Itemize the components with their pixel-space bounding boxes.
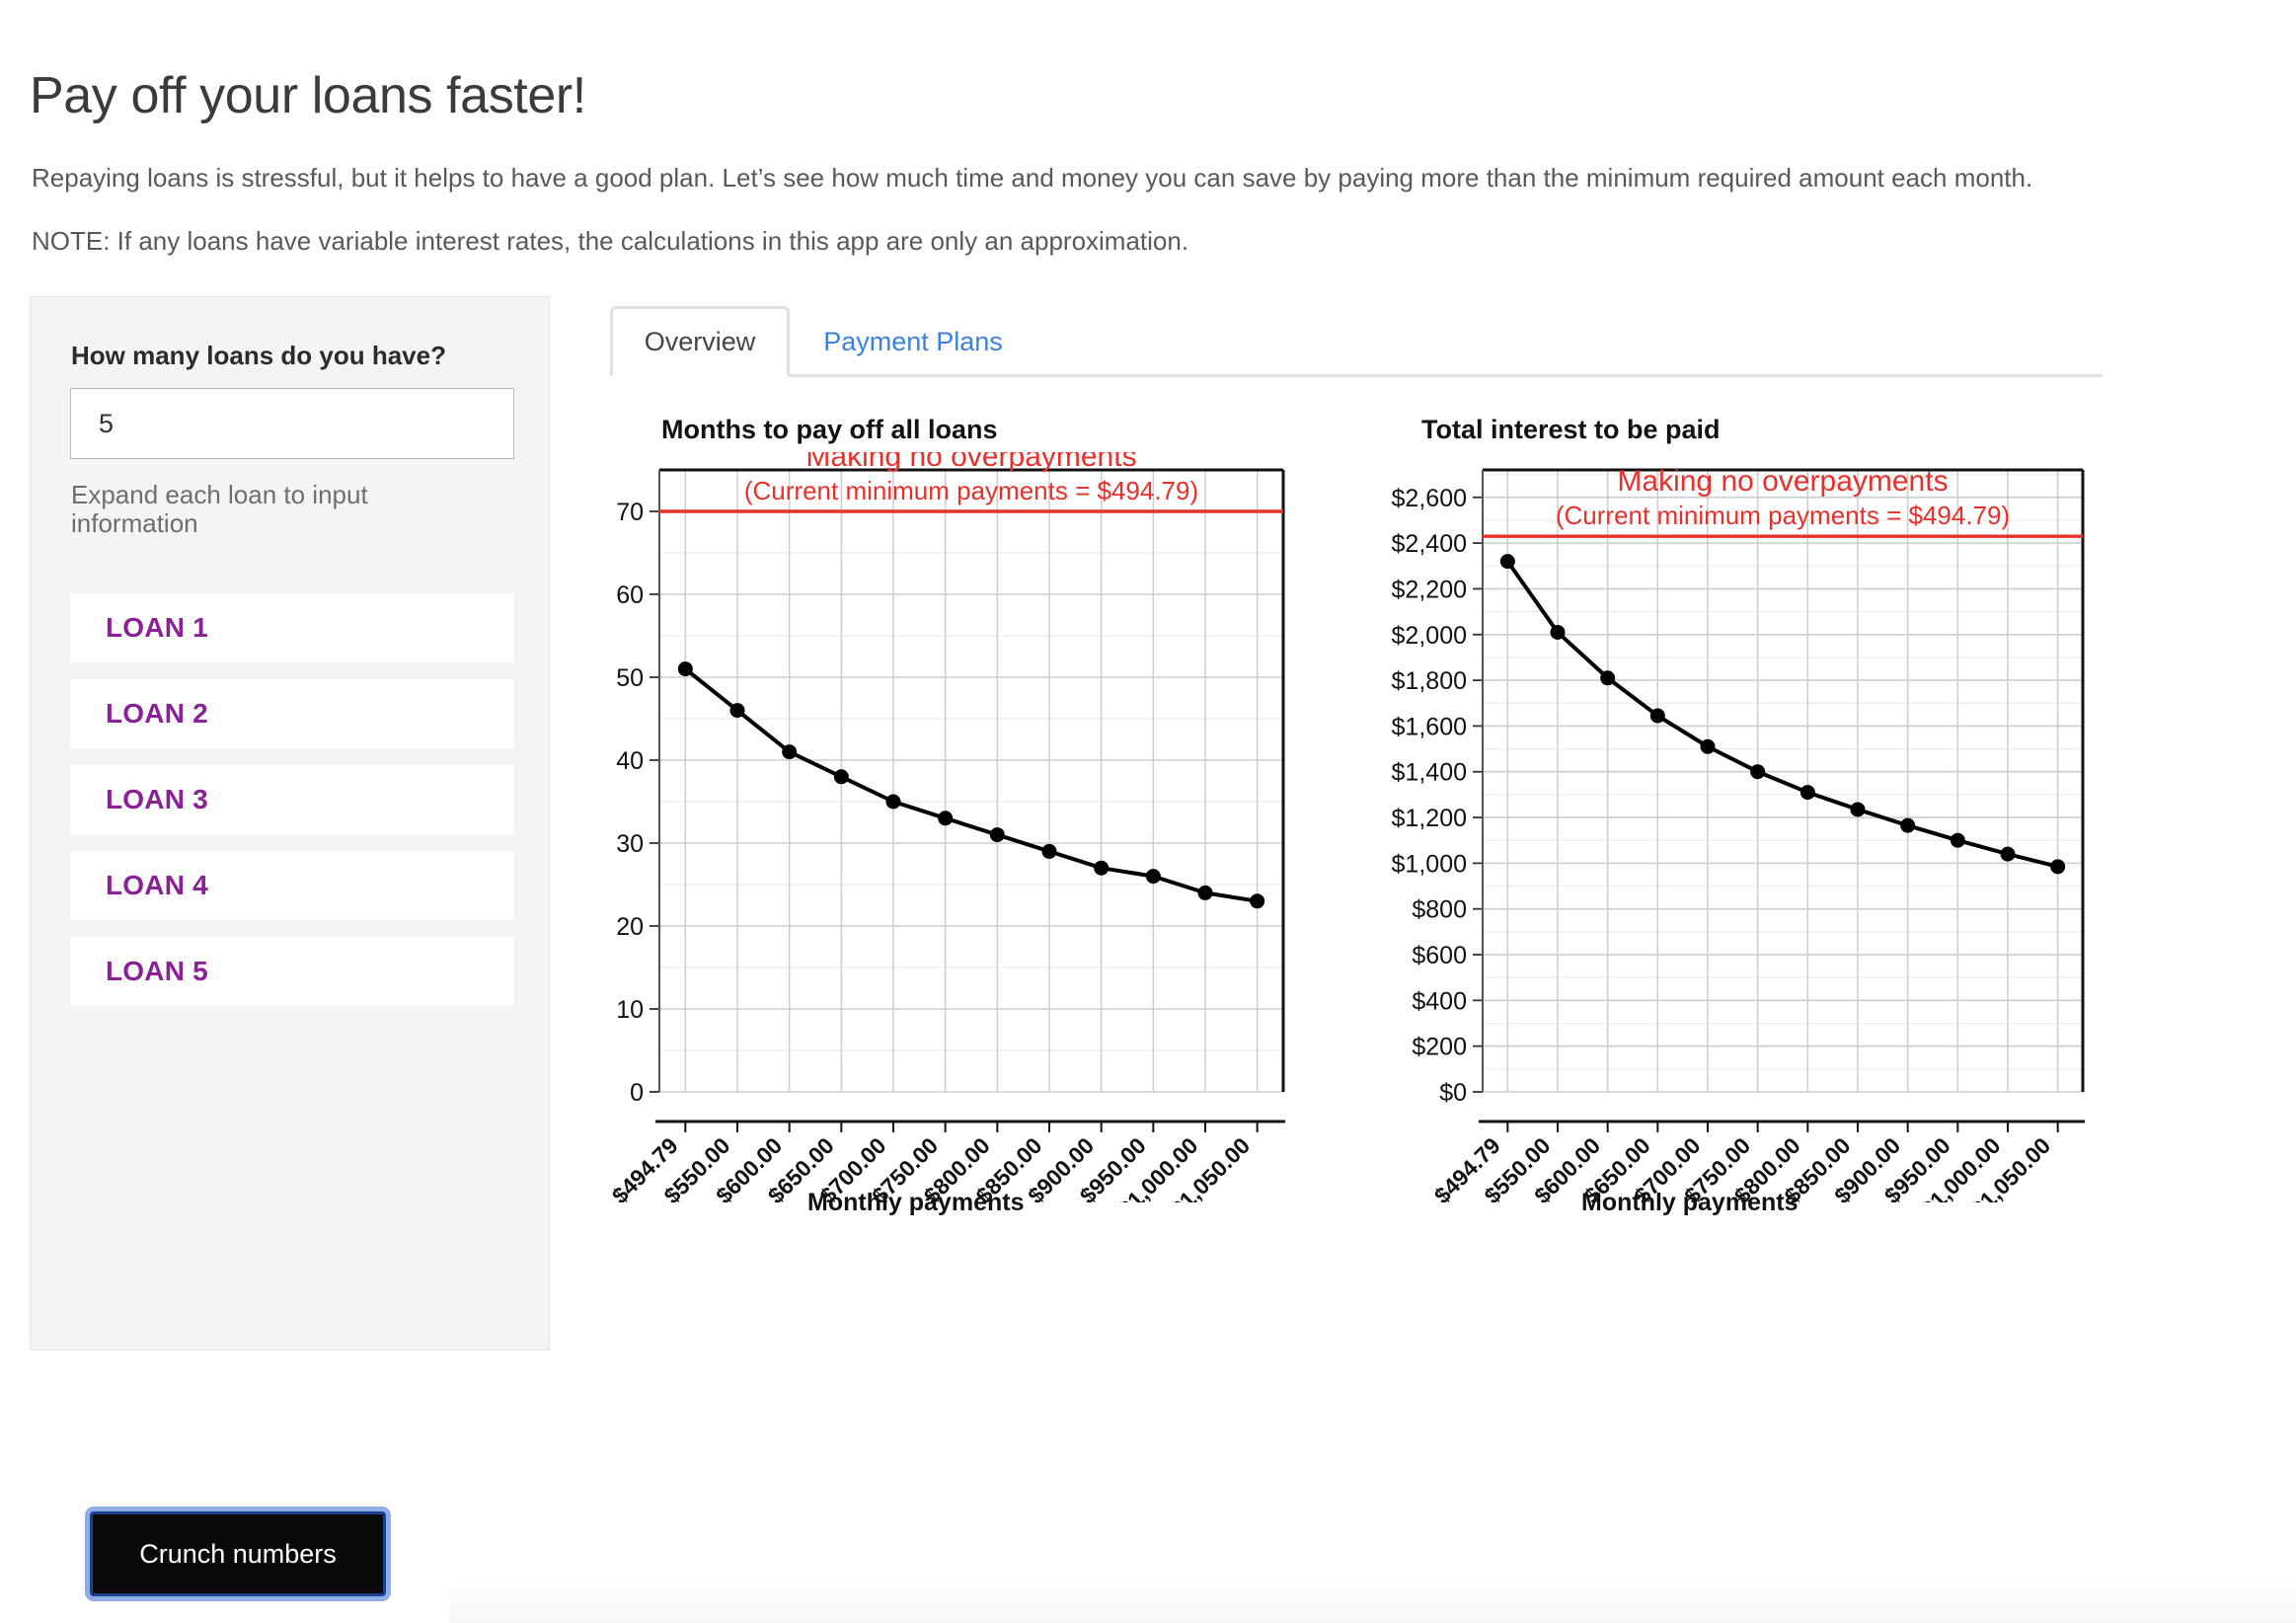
svg-text:30: 30: [616, 830, 644, 858]
chart-title: Months to pay off all loans: [661, 415, 998, 444]
svg-text:$1,600: $1,600: [1392, 713, 1467, 740]
chart-title: Total interest to be paid: [1421, 415, 1721, 444]
loan-input-sidebar: How many loans do you have? Expand each …: [30, 296, 550, 1596]
svg-text:$600: $600: [1412, 942, 1467, 969]
svg-text:$0: $0: [1439, 1079, 1467, 1107]
loan-panel-label: LOAN 3: [106, 784, 208, 814]
loan-panel-label: LOAN 2: [106, 698, 208, 729]
loan-panel-4[interactable]: LOAN 4: [70, 851, 514, 920]
expand-loan-hint: Expand each loan to input information: [71, 480, 368, 539]
app-root: Pay off your loans faster! Repaying loan…: [0, 0, 2296, 1623]
bottom-band: [449, 1578, 2296, 1623]
x-axis-title: Monthly payments: [807, 1189, 1025, 1216]
tab-bar: Overview Payment Plans: [610, 306, 2103, 377]
svg-text:60: 60: [616, 581, 644, 609]
svg-text:$400: $400: [1412, 987, 1467, 1015]
svg-text:$2,200: $2,200: [1392, 576, 1467, 603]
tab-overview[interactable]: Overview: [610, 306, 790, 377]
svg-text:40: 40: [616, 747, 644, 775]
svg-text:$1,400: $1,400: [1392, 759, 1467, 787]
loan-panel-label: LOAN 4: [106, 870, 208, 900]
svg-text:Making no overpayments: Making no overpayments: [805, 452, 1136, 473]
x-axis-title: Monthly payments: [1581, 1189, 1799, 1216]
crunch-numbers-wrapper: Crunch numbers: [90, 1511, 386, 1596]
svg-text:(Current minimum payments = $4: (Current minimum payments = $494.79): [744, 476, 1198, 505]
loan-panel-2[interactable]: LOAN 2: [70, 679, 514, 748]
intro-paragraph: Repaying loans is stressful, but it help…: [32, 163, 2033, 193]
svg-text:$1,200: $1,200: [1392, 805, 1467, 832]
page-title: Pay off your loans faster!: [30, 66, 586, 124]
svg-text:$2,600: $2,600: [1392, 485, 1467, 512]
svg-text:$2,000: $2,000: [1392, 622, 1467, 650]
svg-text:20: 20: [616, 913, 644, 941]
loan-count-label: How many loans do you have?: [71, 341, 446, 370]
svg-text:$800: $800: [1412, 896, 1467, 924]
loan-panel-3[interactable]: LOAN 3: [70, 765, 514, 834]
svg-text:$200: $200: [1412, 1034, 1467, 1061]
tab-payment-plans[interactable]: Payment Plans: [790, 306, 1036, 377]
svg-text:0: 0: [630, 1079, 644, 1107]
crunch-numbers-button[interactable]: Crunch numbers: [90, 1511, 386, 1596]
loan-count-input[interactable]: [70, 388, 514, 459]
loan-panel-label: LOAN 5: [106, 956, 208, 986]
loan-panel-list: LOAN 1 LOAN 2 LOAN 3 LOAN 4 LOAN 5: [70, 593, 514, 1023]
svg-text:Making no overpayments: Making no overpayments: [1617, 465, 1948, 498]
chart-plot-area: 0 10 20 30 40 50 60 70 Making no overpayments (Cu…: [612, 452, 1285, 1202]
svg-text:70: 70: [616, 499, 644, 526]
svg-text:50: 50: [616, 664, 644, 692]
loan-panel-label: LOAN 1: [106, 612, 208, 643]
svg-text:(Current minimum payments = $4: (Current minimum payments = $494.79): [1556, 501, 2010, 530]
svg-text:$1,800: $1,800: [1392, 667, 1467, 695]
svg-text:10: 10: [616, 996, 644, 1024]
note-paragraph: NOTE: If any loans have variable interes…: [32, 226, 1189, 256]
svg-text:$2,400: $2,400: [1392, 530, 1467, 558]
loan-panel-1[interactable]: LOAN 1: [70, 593, 514, 662]
loan-panel-5[interactable]: LOAN 5: [70, 937, 514, 1006]
chart-plot-area: $0 $200 $400 $600 $800 $1,000 $1,200 $1,400 $1,6…: [1392, 465, 2085, 1202]
svg-text:$1,000: $1,000: [1392, 850, 1467, 878]
